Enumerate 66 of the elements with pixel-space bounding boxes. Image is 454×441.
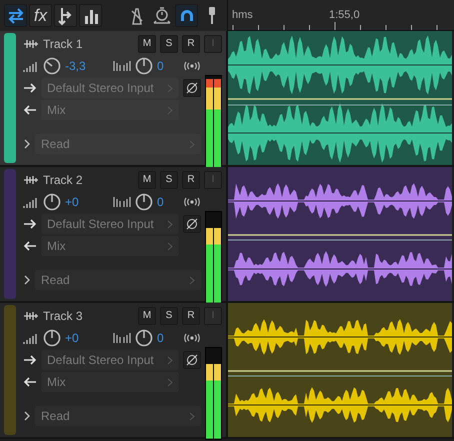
chevron-icon: [167, 106, 173, 116]
pan-value: 0: [157, 194, 165, 211]
fx-button[interactable]: fx: [29, 4, 52, 27]
pan-value: 0: [157, 330, 165, 347]
ruler-unit: hms: [232, 8, 253, 23]
input-arrow-icon: [23, 83, 37, 93]
broadcast-icon: [183, 197, 201, 207]
broadcast-icon: [183, 61, 201, 71]
track-toggle-button[interactable]: S: [160, 171, 178, 189]
broadcast-icon: [183, 333, 201, 343]
chevron-icon: [189, 412, 195, 422]
pan-bars-icon: [113, 332, 131, 344]
stopwatch-icon: [152, 6, 172, 26]
pan-knob[interactable]: [135, 329, 153, 347]
output-arrow-icon: [23, 105, 37, 115]
track-toggle-button[interactable]: R: [182, 171, 200, 189]
expand-chevron-icon[interactable]: [23, 411, 31, 421]
chevron-icon: [167, 242, 173, 252]
expand-chevron-icon[interactable]: [23, 139, 31, 149]
volume-value: -3,3: [65, 58, 87, 75]
pan-value: 0: [157, 58, 165, 75]
volume-knob[interactable]: [43, 57, 61, 75]
input-arrow-icon: [23, 355, 37, 365]
chevron-icon: [167, 356, 173, 366]
track-toggle-button[interactable]: R: [182, 35, 200, 53]
pan-bars-icon: [113, 60, 131, 72]
track-toggle-button[interactable]: S: [160, 307, 178, 325]
pan-bars-icon: [113, 196, 131, 208]
phase-invert-button[interactable]: [183, 215, 201, 233]
volume-knob[interactable]: [43, 329, 61, 347]
chevron-icon: [189, 276, 195, 286]
track-toggle-button[interactable]: R: [182, 307, 200, 325]
waveform-icon: [23, 175, 39, 185]
output-arrow-icon: [23, 377, 37, 387]
track-toggle-button[interactable]: M: [138, 307, 156, 325]
output-arrow-icon: [23, 241, 37, 251]
track-name: Track 3: [43, 308, 84, 325]
chevron-icon: [167, 220, 173, 230]
track-toggle-button[interactable]: S: [160, 35, 178, 53]
track-name: Track 2: [43, 172, 84, 189]
bar-chart-button[interactable]: [79, 4, 102, 27]
chevron-icon: [189, 140, 195, 150]
swap-arrows-button[interactable]: [4, 4, 27, 27]
waveform-icon: [23, 311, 39, 321]
volume-bars-icon: [23, 60, 39, 72]
volume-knob[interactable]: [43, 193, 61, 211]
microphone-icon: [208, 7, 214, 24]
volume-value: +0: [65, 194, 80, 211]
pan-knob[interactable]: [135, 193, 153, 211]
chevron-icon: [167, 84, 173, 94]
track-toggle-button[interactable]: M: [138, 171, 156, 189]
track-name: Track 1: [43, 36, 84, 53]
ruler-time-label: 1:55,0: [329, 8, 360, 23]
volume-value: +0: [65, 330, 80, 347]
expand-chevron-icon[interactable]: [23, 275, 31, 285]
pan-knob[interactable]: [135, 57, 153, 75]
phase-invert-button[interactable]: [183, 351, 201, 369]
waveform-icon: [23, 39, 39, 49]
chevron-icon: [167, 378, 173, 388]
track-toggle-button[interactable]: M: [138, 35, 156, 53]
volume-bars-icon: [23, 196, 39, 208]
magnet-button[interactable]: [175, 4, 198, 27]
phase-invert-button[interactable]: [183, 79, 201, 97]
input-arrow-icon: [23, 219, 37, 229]
branch-arrow-button[interactable]: [54, 4, 77, 27]
volume-bars-icon: [23, 332, 39, 344]
